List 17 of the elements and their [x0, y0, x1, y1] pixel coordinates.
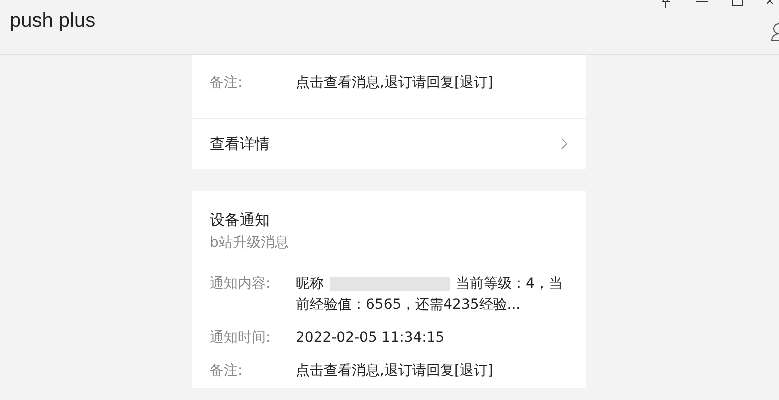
field-label: 备注:: [210, 362, 244, 381]
maximize-icon[interactable]: [732, 0, 743, 6]
chevron-right-icon: [561, 138, 568, 150]
field-label: 通知时间:: [210, 329, 272, 348]
card-subtitle: b站升级消息: [209, 234, 290, 253]
field-value: 2022-02-05 11:34:15: [296, 329, 446, 348]
user-icon[interactable]: [771, 22, 779, 42]
field-value: 昵称 当前等级：4，当前经验值：6565，还需4235经验...: [296, 275, 564, 315]
window-title: push plus: [10, 10, 96, 32]
close-icon[interactable]: [767, 0, 773, 6]
field-value: 点击查看消息,退订请回复[退订]: [296, 362, 494, 381]
field-label: 备注:: [210, 74, 244, 93]
card-title: 设备通知: [209, 210, 271, 230]
field-value: 点击查看消息,退订请回复[退订]: [296, 74, 494, 93]
field-label: 通知内容:: [210, 275, 272, 294]
minimize-icon[interactable]: [696, 1, 708, 3]
details-link[interactable]: 查看详情: [192, 118, 586, 169]
